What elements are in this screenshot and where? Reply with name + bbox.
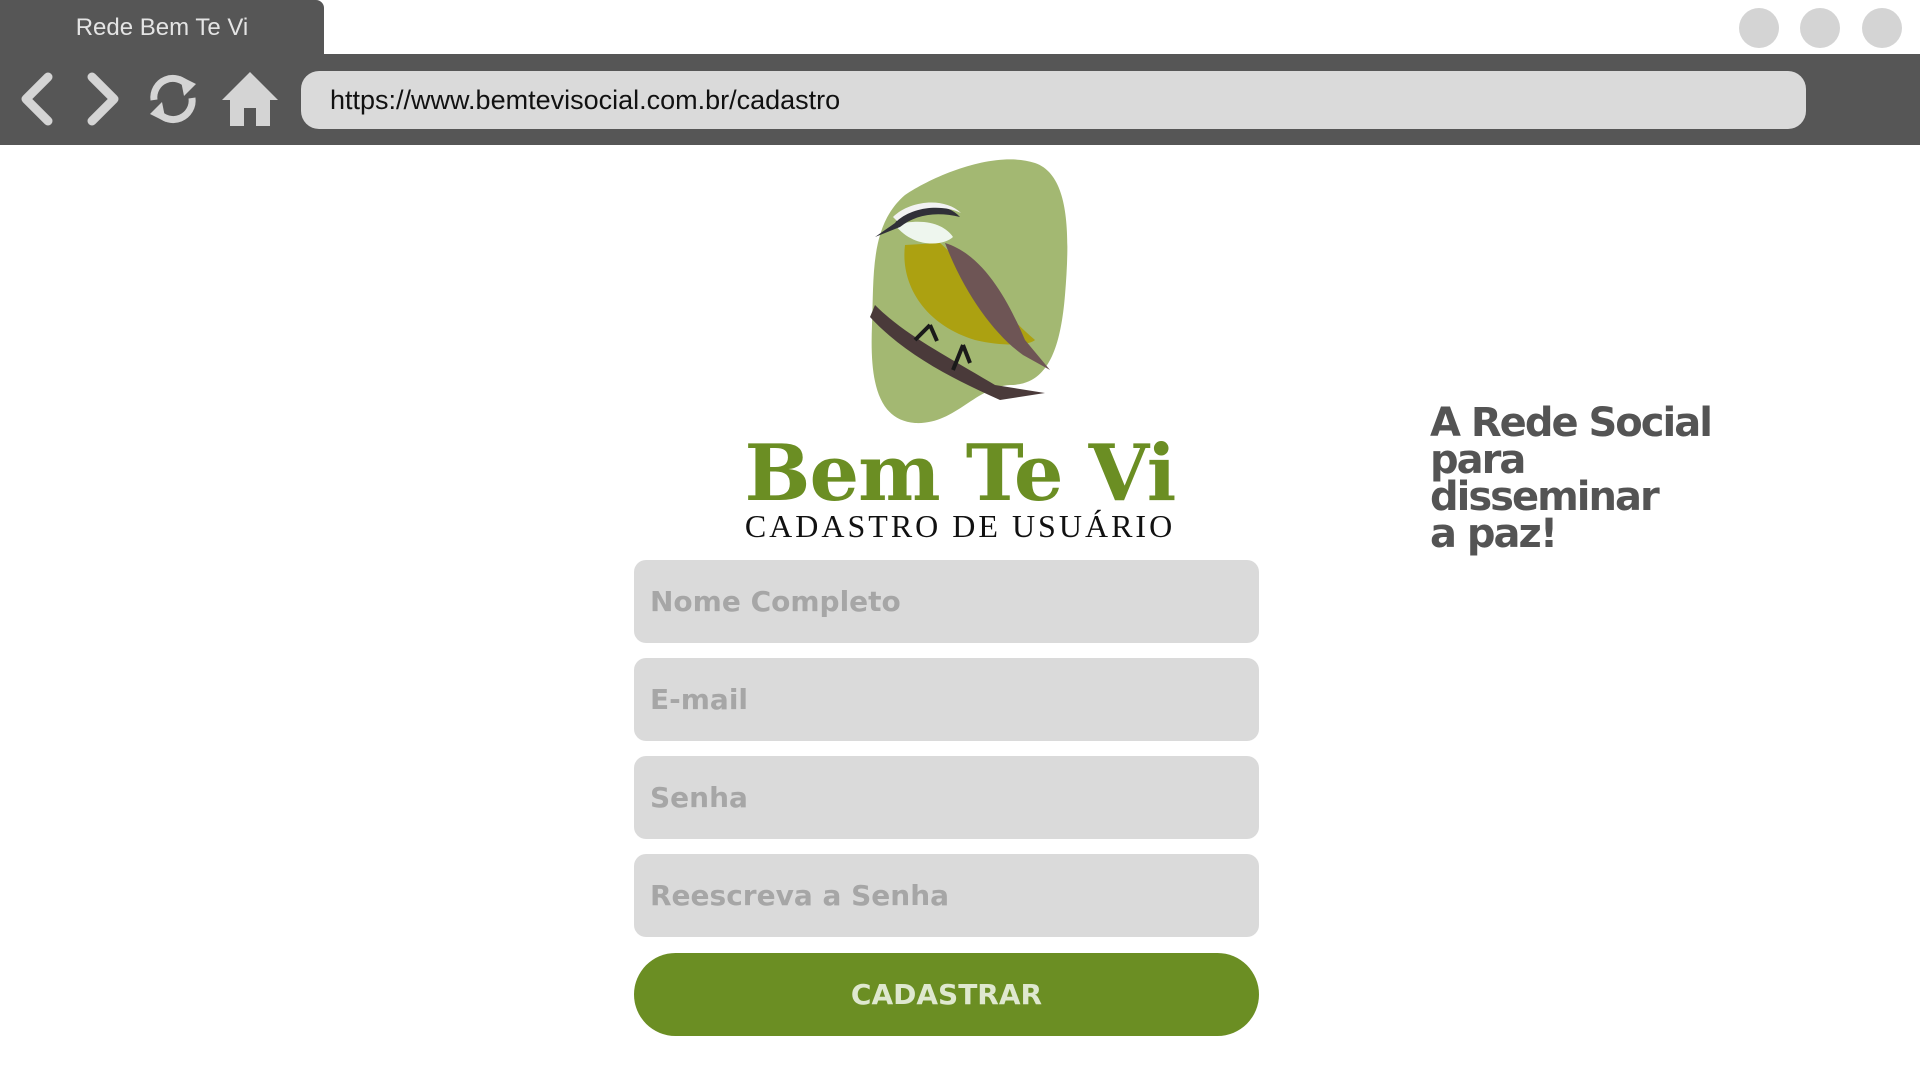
tagline: A Rede Social para disseminar a paz! [1430,403,1730,557]
address-bar[interactable]: https://www.bemtevisocial.com.br/cadastr… [301,71,1806,129]
signup-button[interactable]: CADASTRAR [634,953,1259,1036]
window-close-button[interactable] [1862,8,1902,48]
back-icon[interactable] [6,68,68,130]
full-name-field[interactable] [634,560,1259,643]
email-field[interactable] [634,658,1259,741]
home-icon[interactable] [219,68,281,130]
brand-title: Bem Te Vi [744,428,1177,519]
reload-icon[interactable] [142,68,204,130]
browser-tab-bar: Rede Bem Te Vi [0,0,1920,56]
browser-toolbar: https://www.bemtevisocial.com.br/cadastr… [0,54,1920,145]
tagline-line-4: a paz! [1430,511,1558,557]
page-title: CADASTRO DE USUÁRIO [744,508,1176,544]
bem-te-vi-bird-logo [845,155,1085,431]
window-minimize-button[interactable] [1739,8,1779,48]
url-text: https://www.bemtevisocial.com.br/cadastr… [330,84,841,115]
password-confirm-field[interactable] [634,854,1259,937]
browser-tab[interactable]: Rede Bem Te Vi [0,0,324,56]
tab-title: Rede Bem Te Vi [75,14,249,41]
forward-icon[interactable] [72,68,134,130]
window-maximize-button[interactable] [1800,8,1840,48]
password-field[interactable] [634,756,1259,839]
